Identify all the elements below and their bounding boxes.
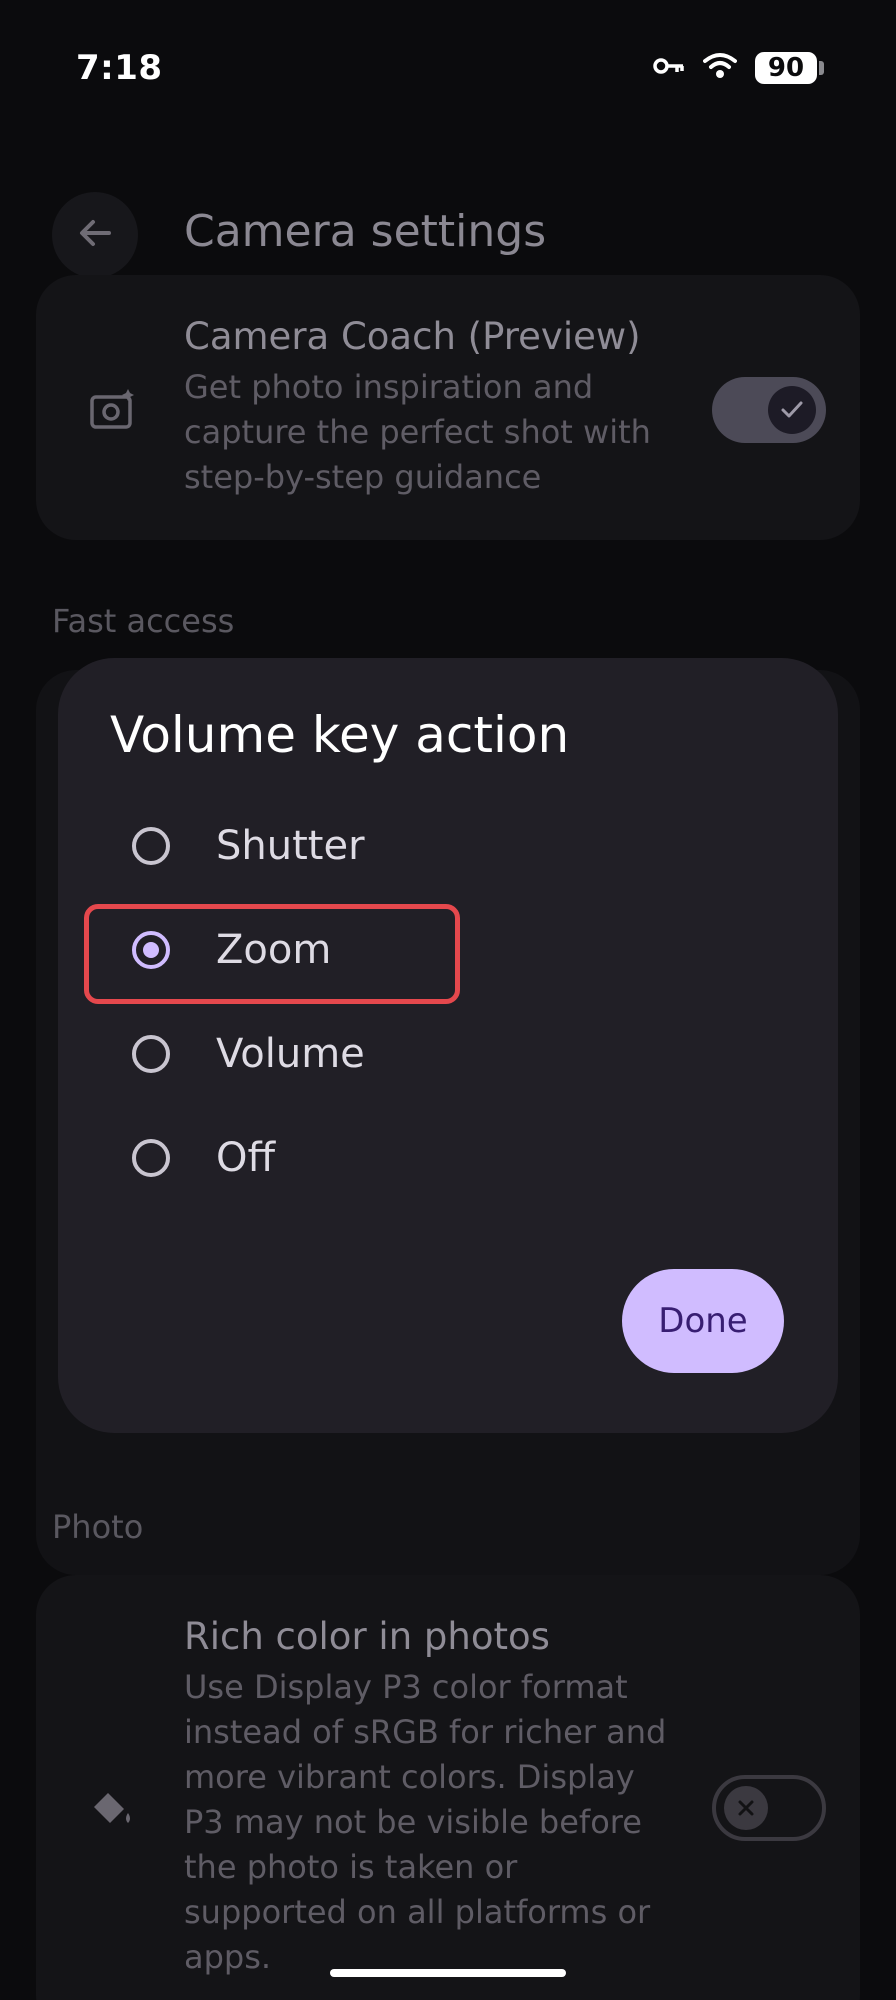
option-label: Volume [216, 1031, 365, 1077]
back-button[interactable] [52, 192, 138, 278]
option-off[interactable]: Off [58, 1110, 478, 1206]
camera-coach-toggle[interactable] [712, 377, 826, 443]
radio-button[interactable] [132, 1139, 170, 1177]
camera-coach-card[interactable]: Camera Coach (Preview) Get photo inspira… [36, 275, 860, 540]
done-button[interactable]: Done [622, 1269, 784, 1373]
rich-color-title: Rich color in photos [184, 1615, 550, 1658]
section-fast-access: Fast access [52, 602, 235, 640]
paint-bucket-icon [88, 1787, 136, 1835]
wifi-icon [703, 52, 737, 84]
arrow-back-icon [75, 213, 115, 257]
dialog-title: Volume key action [110, 706, 570, 764]
battery-level: 90 [755, 52, 817, 84]
home-indicator[interactable] [330, 1969, 566, 1977]
screen: 7:18 90 Camera settings Camera Coach (Pr… [0, 0, 896, 2000]
page-title: Camera settings [184, 206, 547, 257]
rich-color-description: Use Display P3 color format instead of s… [184, 1668, 667, 1976]
option-volume[interactable]: Volume [58, 1006, 478, 1102]
radio-button[interactable] [132, 1035, 170, 1073]
radio-button[interactable] [132, 827, 170, 865]
highlight-annotation [84, 904, 460, 1004]
toggle-knob [768, 386, 816, 434]
section-photo: Photo [52, 1508, 144, 1546]
camera-sparkle-icon [88, 387, 136, 435]
option-label: Shutter [216, 823, 365, 869]
camera-coach-title: Camera Coach (Preview) [184, 315, 641, 358]
status-time: 7:18 [76, 48, 163, 88]
rich-color-card[interactable]: Rich color in photos Use Display P3 colo… [36, 1575, 860, 2000]
status-bar: 7:18 90 [0, 0, 896, 130]
camera-coach-description: Get photo inspiration and capture the pe… [184, 368, 651, 496]
status-icons: 90 [653, 52, 824, 84]
battery-icon: 90 [755, 52, 824, 84]
option-label: Off [216, 1135, 276, 1181]
vpn-key-icon [653, 55, 685, 81]
volume-key-action-dialog: Volume key action Shutter Zoom Volume Of… [58, 658, 838, 1433]
rich-color-toggle[interactable] [712, 1775, 826, 1841]
app-bar: Camera settings [0, 160, 896, 278]
toggle-knob [724, 1786, 768, 1830]
option-shutter[interactable]: Shutter [58, 798, 478, 894]
